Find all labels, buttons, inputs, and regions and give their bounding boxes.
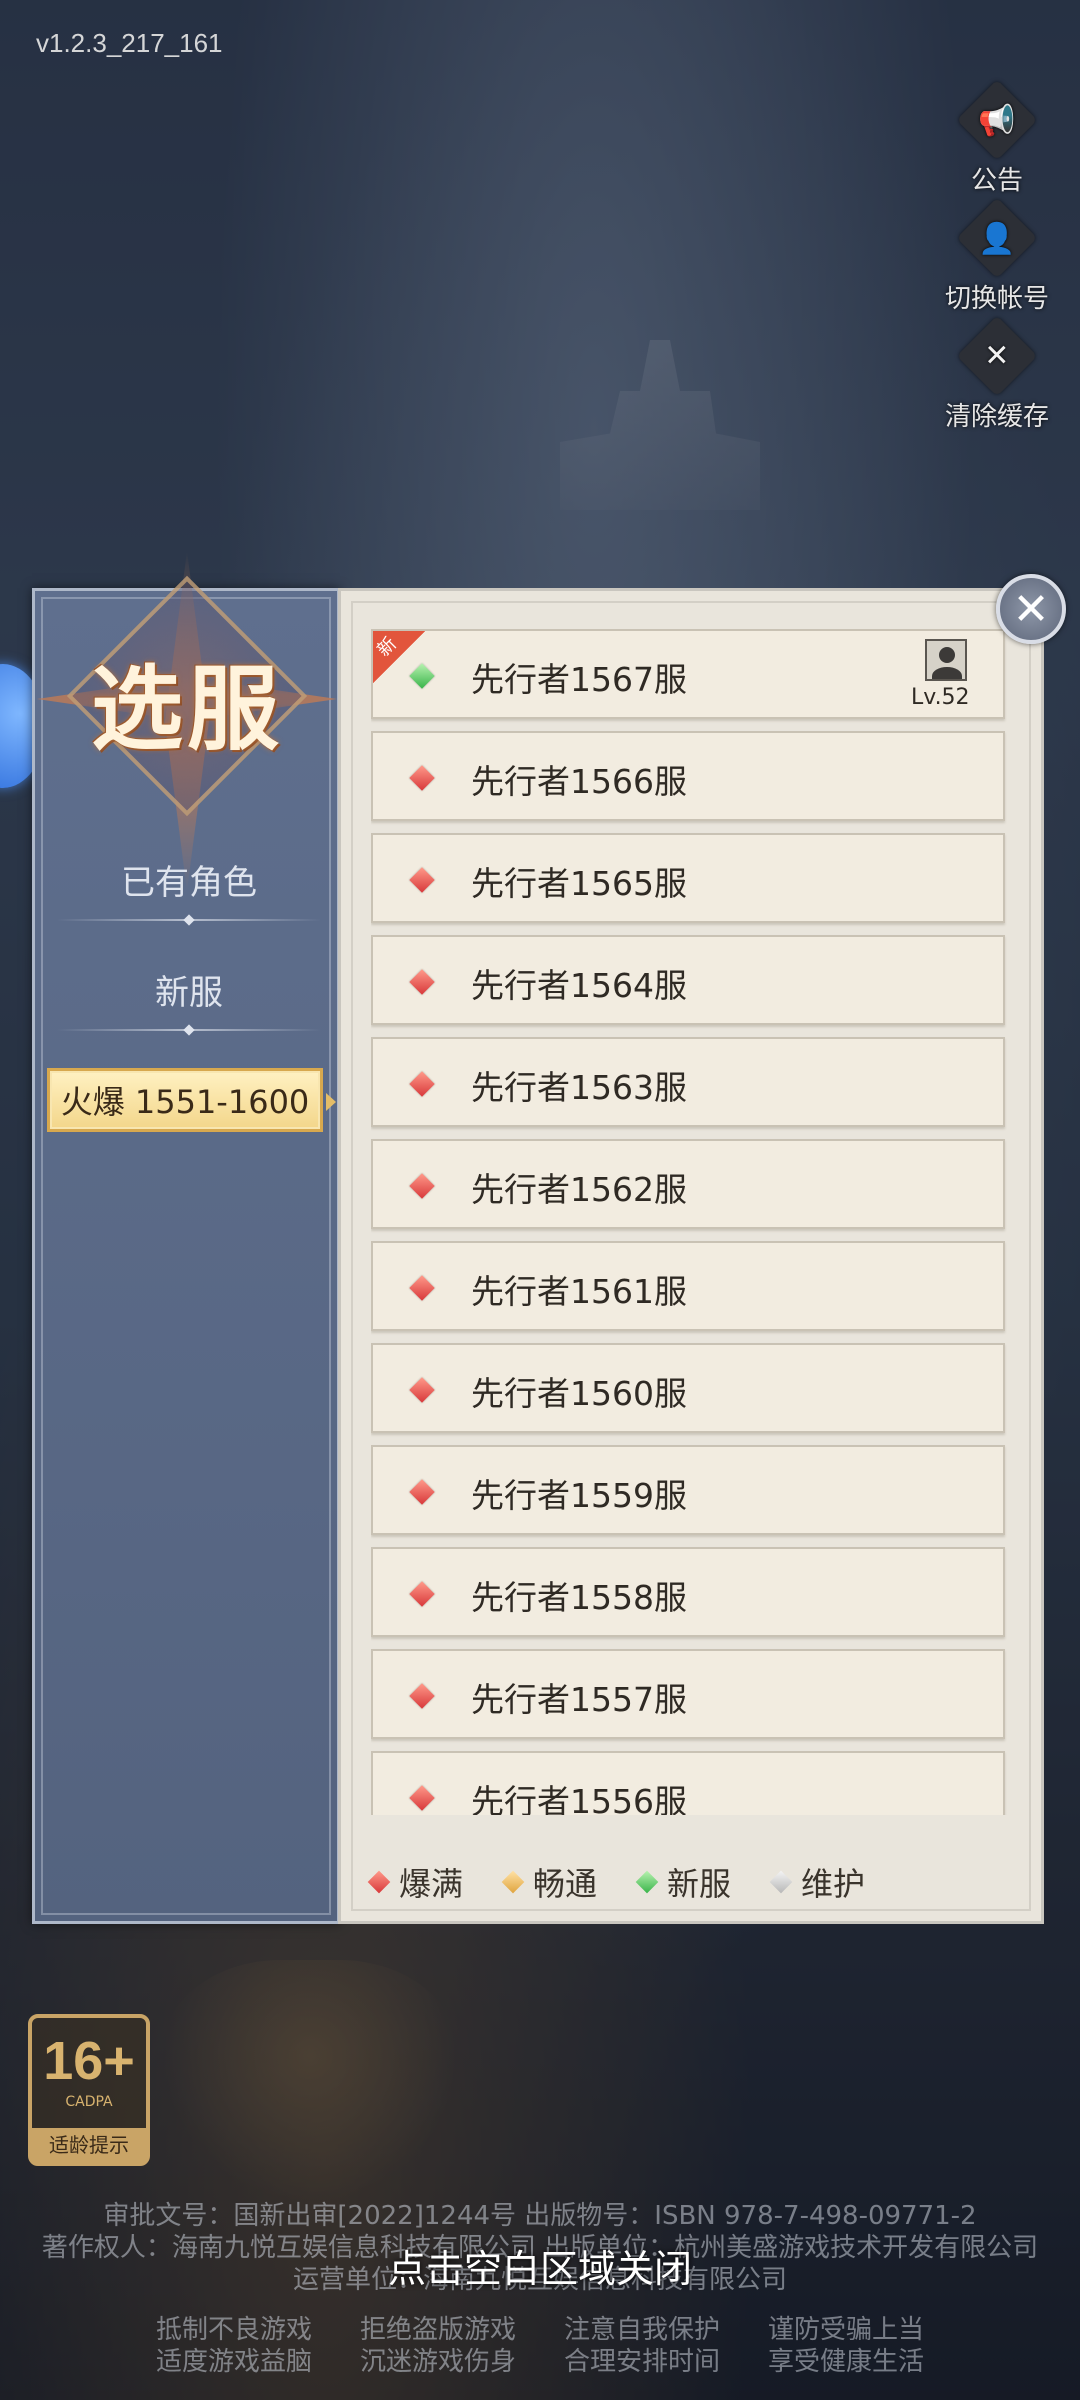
server-row[interactable]: 先行者1556服 (371, 1751, 1005, 1815)
divider (57, 919, 321, 921)
announcement-button[interactable]: 📢 公告 (932, 79, 1062, 197)
close-icon[interactable]: ✕ (996, 574, 1066, 644)
category-existing-roles[interactable]: 已有角色 (55, 855, 323, 904)
character-level: Lv.52 (911, 685, 970, 710)
version-label: v1.2.3_217_161 (36, 28, 223, 58)
server-row[interactable]: 先行者1559服 (371, 1445, 1005, 1535)
character-avatar-icon (925, 639, 967, 681)
status-red-icon (409, 1479, 435, 1505)
status-red-icon (409, 867, 435, 893)
category-new-servers[interactable]: 新服 (55, 965, 323, 1014)
category-hot-1551-1600[interactable]: 火爆 1551-1600 (47, 1068, 336, 1132)
server-row[interactable]: 新 先行者1567服 Lv.52 (371, 629, 1005, 719)
server-name: 先行者1558服 (471, 1578, 687, 1617)
server-name: 先行者1560服 (471, 1374, 687, 1413)
server-name: 先行者1561服 (471, 1272, 687, 1311)
status-red-icon (409, 1173, 435, 1199)
status-red-icon (409, 1785, 435, 1811)
server-name: 先行者1565服 (471, 864, 687, 903)
divider (57, 1029, 321, 1031)
server-name: 先行者1557服 (471, 1680, 687, 1719)
status-gray-icon (769, 1870, 793, 1894)
server-name: 先行者1562服 (471, 1170, 687, 1209)
server-name: 先行者1563服 (471, 1068, 687, 1107)
server-name: 先行者1566服 (471, 762, 687, 801)
server-name: 先行者1564服 (471, 966, 687, 1005)
switch-account-button[interactable]: 👤 切换帐号 (932, 197, 1062, 315)
server-row[interactable]: 先行者1558服 (371, 1547, 1005, 1637)
category-sidebar: 选服 已有角色 新服 火爆 1551-1600 (32, 551, 340, 1924)
status-legend: 爆满 畅通 新服 维护 (367, 1857, 1011, 1907)
approval-info: 审批文号：国新出审[2022]1244号 出版物号：ISBN 978-7-498… (103, 2201, 977, 2231)
server-list[interactable]: 新 先行者1567服 Lv.52 先行者1566服 先行者1565服 先行者15… (371, 629, 1007, 1815)
status-red-icon (367, 1870, 391, 1894)
clear-cache-button[interactable]: ✕ 清除缓存 (932, 315, 1062, 433)
server-list-area: 新 先行者1567服 Lv.52 先行者1566服 先行者1565服 先行者15… (338, 588, 1044, 1924)
server-row[interactable]: 先行者1565服 (371, 833, 1005, 923)
server-row[interactable]: 先行者1560服 (371, 1343, 1005, 1433)
status-red-icon (409, 1275, 435, 1301)
age-rating-number: 16+ (43, 2031, 135, 2091)
legend-maintenance: 维护 (769, 1859, 865, 1905)
panel-title: 选服 (90, 655, 283, 763)
tap-to-close-hint: 点击空白区域关闭 (387, 2247, 692, 2291)
server-row[interactable]: 先行者1564服 (371, 935, 1005, 1025)
age-rating-tip: 适龄提示 (32, 2128, 146, 2162)
status-red-icon (409, 1683, 435, 1709)
megaphone-icon: 📢 (956, 79, 1038, 161)
server-name: 先行者1567服 (471, 660, 687, 699)
status-green-icon (635, 1870, 659, 1894)
server-name: 先行者1556服 (471, 1782, 687, 1815)
server-row[interactable]: 先行者1561服 (371, 1241, 1005, 1331)
tools-icon: ✕ (956, 315, 1038, 397)
announcement-label: 公告 (970, 166, 1023, 196)
server-select-panel: 选服 已有角色 新服 火爆 1551-1600 新 先行者1567服 Lv.52… (32, 551, 1044, 1924)
title-emblem: 选服 (37, 551, 337, 891)
switch-account-label: 切换帐号 (944, 284, 1049, 314)
age-rating-badge[interactable]: 16+ CADPA 适龄提示 (28, 2014, 150, 2166)
server-row[interactable]: 先行者1563服 (371, 1037, 1005, 1127)
server-name: 先行者1559服 (471, 1476, 687, 1515)
health-notice: 抵制不良游戏 拒绝盗版游戏 注意自我保护 谨防受骗上当 适度游戏益脑 沉迷游戏伤… (155, 2315, 924, 2377)
legend-new: 新服 (635, 1859, 731, 1905)
legend-full: 爆满 (367, 1859, 463, 1905)
server-row[interactable]: 先行者1557服 (371, 1649, 1005, 1739)
server-row[interactable]: 先行者1566服 (371, 731, 1005, 821)
clear-cache-label: 清除缓存 (944, 402, 1049, 432)
server-row[interactable]: 先行者1562服 (371, 1139, 1005, 1229)
status-red-icon (409, 765, 435, 791)
status-red-icon (409, 1377, 435, 1403)
legend-smooth: 畅通 (501, 1859, 597, 1905)
status-red-icon (409, 1071, 435, 1097)
status-red-icon (409, 1581, 435, 1607)
status-yellow-icon (501, 1870, 525, 1894)
status-red-icon (409, 969, 435, 995)
user-switch-icon: 👤 (956, 197, 1038, 279)
age-rating-org: CADPA (65, 2094, 113, 2110)
